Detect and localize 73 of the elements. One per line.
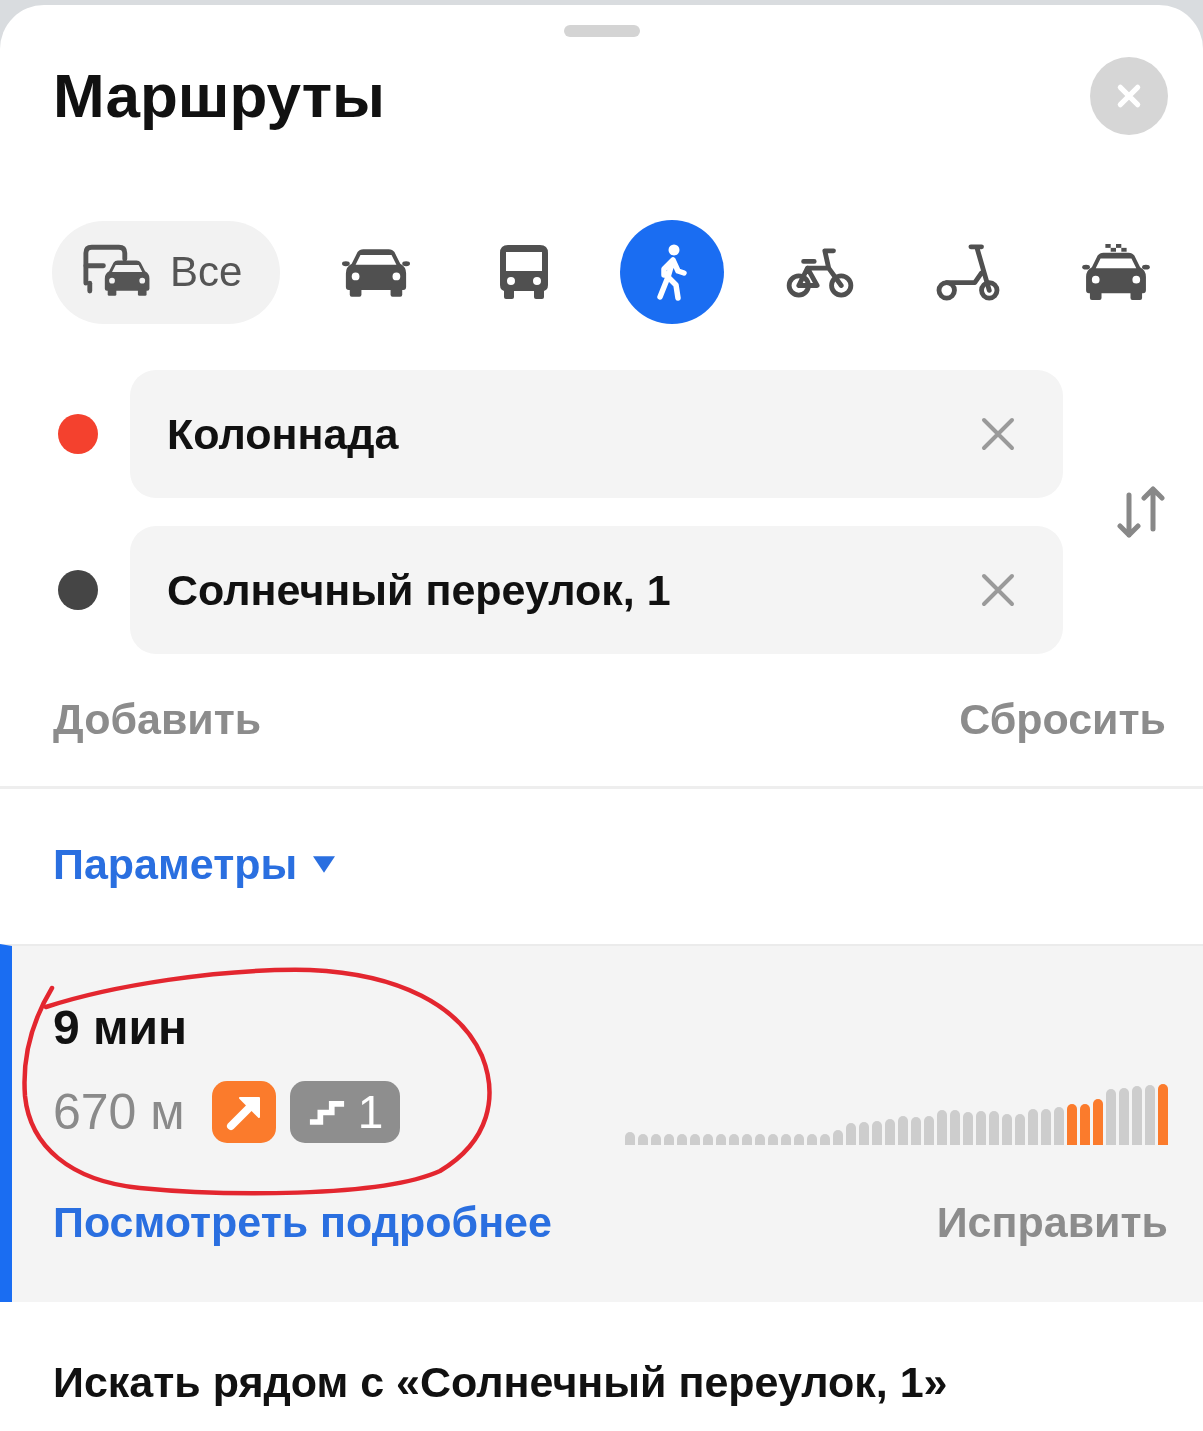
elevation-bar bbox=[1080, 1104, 1090, 1145]
elevation-bar bbox=[1119, 1088, 1129, 1145]
elevation-bar bbox=[677, 1134, 687, 1145]
elevation-bar bbox=[1041, 1109, 1051, 1145]
details-link[interactable]: Посмотреть подробнее bbox=[53, 1197, 552, 1247]
elevation-bar bbox=[768, 1134, 778, 1145]
parameters-button[interactable]: Параметры bbox=[53, 839, 336, 889]
elevation-bar bbox=[794, 1134, 804, 1145]
elevation-bar bbox=[690, 1134, 700, 1145]
elevation-bar bbox=[1145, 1084, 1155, 1145]
transport-mode-button[interactable] bbox=[1082, 244, 1150, 300]
elevation-bar bbox=[716, 1134, 726, 1145]
elevation-bar bbox=[976, 1111, 986, 1145]
elevation-bar bbox=[1093, 1098, 1103, 1145]
elevation-bar bbox=[664, 1134, 674, 1145]
taxi-icon bbox=[1082, 244, 1150, 300]
elevation-bar bbox=[833, 1130, 843, 1145]
elevation-bar bbox=[651, 1134, 661, 1145]
transport-mode-button[interactable] bbox=[786, 245, 854, 299]
elevation-bar bbox=[1015, 1113, 1025, 1145]
elevation-bar bbox=[820, 1134, 830, 1145]
elevation-bar bbox=[924, 1116, 934, 1145]
bicycle-icon bbox=[786, 245, 854, 299]
elevation-bar bbox=[885, 1119, 895, 1145]
add-button[interactable]: Добавить bbox=[53, 694, 262, 744]
swap-icon[interactable] bbox=[1115, 485, 1167, 539]
elevation-bar bbox=[898, 1116, 908, 1145]
elevation-bar bbox=[703, 1134, 713, 1145]
stairs-count: 1 bbox=[357, 1087, 384, 1137]
elevation-bar bbox=[1054, 1107, 1064, 1145]
clear-icon[interactable] bbox=[981, 573, 1015, 607]
elevation-bar bbox=[1002, 1113, 1012, 1145]
elevation-bar bbox=[859, 1122, 869, 1145]
elevation-bar bbox=[1028, 1109, 1038, 1145]
stairs-icon bbox=[307, 1098, 346, 1126]
car-icon bbox=[342, 247, 410, 297]
clear-icon[interactable] bbox=[981, 417, 1015, 451]
elevation-bar bbox=[729, 1134, 739, 1145]
elevation-bar bbox=[872, 1121, 882, 1145]
route-point-field[interactable]: Колоннада bbox=[130, 370, 1063, 498]
route-point-field[interactable]: Солнечный переулок, 1 bbox=[130, 526, 1063, 654]
elevation-bar bbox=[638, 1134, 648, 1145]
sheet-title: Маршруты bbox=[53, 60, 386, 132]
elevation-bar bbox=[963, 1111, 973, 1145]
route-card[interactable]: 9 мин 670 м 1 Посмотреть подробнее Исправить bbox=[0, 944, 1203, 1302]
reset-button[interactable]: Сбросить bbox=[959, 694, 1166, 744]
bus-icon bbox=[498, 245, 550, 299]
elevation-bar bbox=[755, 1134, 765, 1145]
drag-handle[interactable] bbox=[563, 25, 640, 37]
distance-text: 670 м bbox=[53, 1083, 185, 1142]
elevation-bar bbox=[781, 1134, 791, 1145]
elevation-bar bbox=[625, 1131, 635, 1145]
transport-mode-button[interactable] bbox=[342, 247, 410, 297]
transport-mode-button[interactable]: Все bbox=[52, 220, 280, 324]
transport-mode-button[interactable] bbox=[936, 243, 1000, 301]
pedestrian-icon bbox=[655, 243, 689, 301]
elevation-bar bbox=[937, 1110, 947, 1145]
elevation-bar bbox=[742, 1134, 752, 1145]
elevation-bar bbox=[1132, 1086, 1142, 1145]
elevation-bar bbox=[950, 1110, 960, 1145]
elevation-bar bbox=[989, 1111, 999, 1145]
transport-mode-button[interactable] bbox=[498, 245, 550, 299]
close-icon bbox=[1116, 83, 1142, 109]
scooter-icon bbox=[936, 243, 1000, 301]
elevation-bar bbox=[1106, 1089, 1116, 1145]
elevation-bar bbox=[911, 1117, 921, 1145]
search-nearby-button[interactable]: Искать рядом с «Солнечный переулок, 1» bbox=[53, 1357, 948, 1407]
elevation-bar bbox=[1067, 1104, 1077, 1145]
elevation-bar bbox=[846, 1123, 856, 1145]
ascent-icon bbox=[211, 1081, 276, 1143]
elevation-bar bbox=[807, 1134, 817, 1145]
duration-text: 9 мин bbox=[53, 1000, 188, 1056]
elevation-bar bbox=[1158, 1084, 1168, 1145]
